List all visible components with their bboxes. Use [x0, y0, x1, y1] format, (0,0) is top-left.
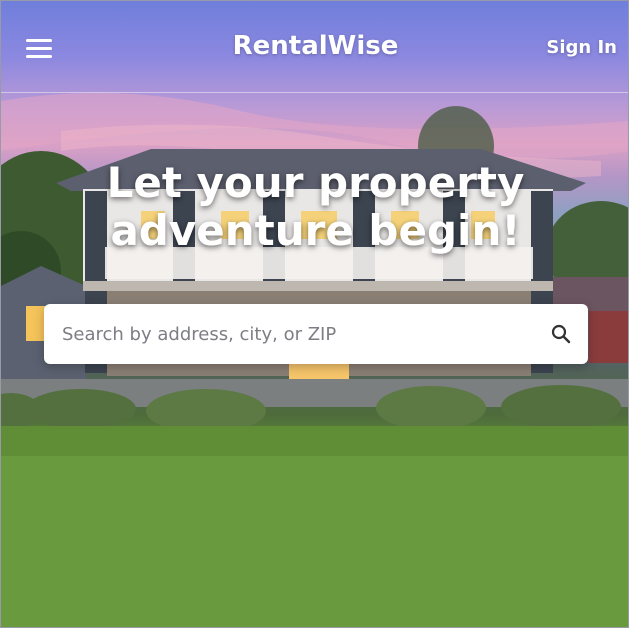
top-navigation-bar: RentalWise Sign In [1, 1, 628, 93]
hamburger-menu-icon-bar [26, 47, 52, 50]
hamburger-menu-icon [26, 39, 52, 42]
hero-section: RentalWise Sign In Let your property adv… [0, 0, 629, 628]
search-bar [44, 304, 588, 364]
hamburger-menu-icon-bar [26, 55, 52, 58]
search-button[interactable] [546, 319, 576, 349]
menu-button[interactable] [21, 33, 53, 63]
hero-headline: Let your property adventure begin! [106, 158, 525, 255]
brand-logo: RentalWise [232, 31, 399, 61]
search-icon [551, 324, 571, 344]
sign-in-link[interactable]: Sign In [546, 37, 617, 58]
search-input[interactable] [62, 304, 532, 364]
